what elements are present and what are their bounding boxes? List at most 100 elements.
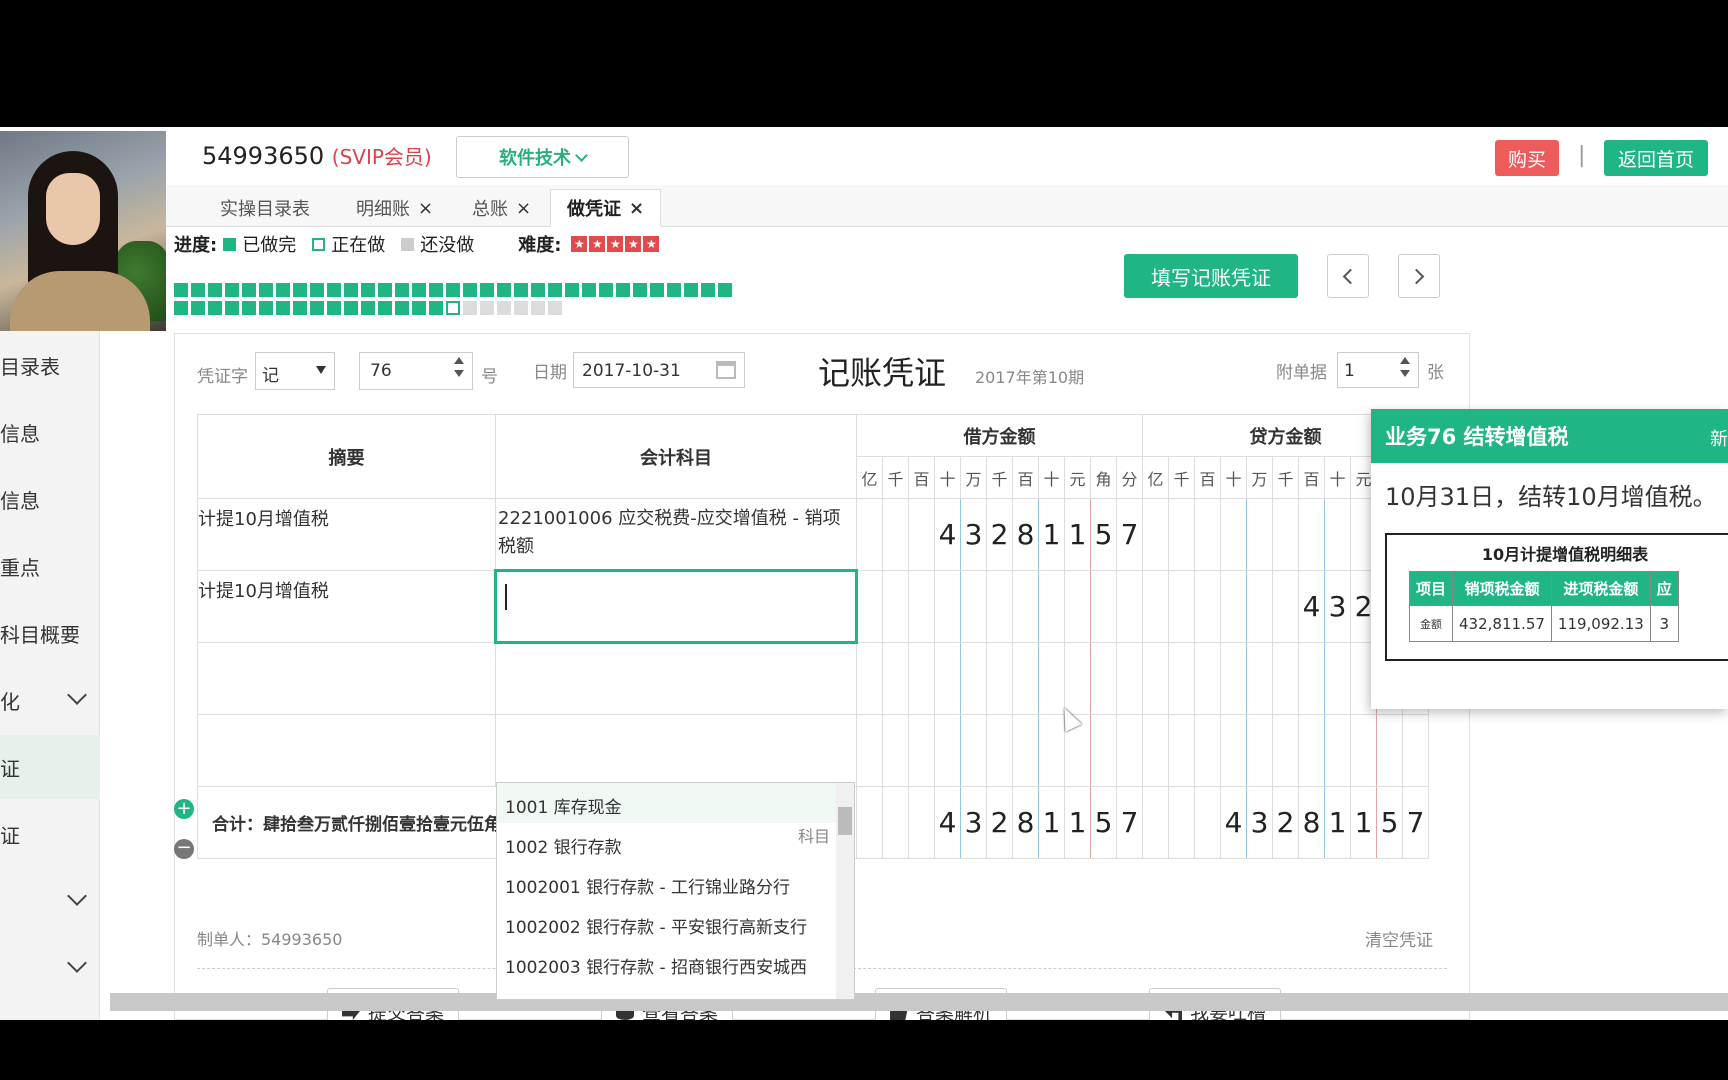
credit-digit-cell[interactable] <box>1402 714 1429 787</box>
total-debit-digit[interactable] <box>856 786 883 859</box>
debit-digit-cell[interactable]: 7 <box>1116 498 1143 571</box>
credit-digit-cell[interactable] <box>1220 714 1247 787</box>
credit-digit-cell[interactable] <box>1168 642 1195 715</box>
summary-cell[interactable] <box>197 714 496 787</box>
progress-cell-done[interactable] <box>412 301 426 315</box>
debit-digit-cell[interactable] <box>908 642 935 715</box>
sidebar-item[interactable]: 重点 <box>0 534 100 598</box>
progress-cell-done[interactable] <box>429 283 443 297</box>
progress-cell-done[interactable] <box>242 301 256 315</box>
sidebar-item[interactable]: 科目概要 <box>0 601 100 665</box>
progress-cell-done[interactable] <box>191 283 205 297</box>
progress-cell-done[interactable] <box>242 283 256 297</box>
total-credit-digit[interactable] <box>1194 786 1221 859</box>
progress-cell-done[interactable] <box>548 283 562 297</box>
credit-digit-cell[interactable]: 4 <box>1298 570 1325 643</box>
credit-digit-cell[interactable] <box>1272 714 1299 787</box>
subject-input[interactable] <box>505 584 507 610</box>
debit-digit-cell[interactable]: 2 <box>986 498 1013 571</box>
progress-cell-done[interactable] <box>276 301 290 315</box>
attach-count-input[interactable]: 1 <box>1337 352 1419 388</box>
debit-digit-cell[interactable]: 4 <box>934 498 961 571</box>
progress-cell-done[interactable] <box>395 283 409 297</box>
credit-digit-cell[interactable] <box>1298 714 1325 787</box>
sidebar-item[interactable]: 目录表 <box>0 333 100 397</box>
debit-digit-cell[interactable] <box>856 642 883 715</box>
credit-digit-cell[interactable] <box>1194 498 1221 571</box>
progress-cell-done[interactable] <box>310 301 324 315</box>
buy-button[interactable]: 购买 <box>1495 140 1559 176</box>
progress-cell-done[interactable] <box>378 301 392 315</box>
summary-cell[interactable] <box>197 642 496 715</box>
total-credit-digit[interactable] <box>1168 786 1195 859</box>
debit-digit-cell[interactable] <box>1116 642 1143 715</box>
progress-cell-todo[interactable] <box>480 301 494 315</box>
debit-digit-cell[interactable]: 3 <box>960 498 987 571</box>
total-debit-digit[interactable]: 1 <box>1038 786 1065 859</box>
debit-digit-cell[interactable] <box>856 570 883 643</box>
subject-option[interactable]: 1002001 银行存款 - 工行锦业路分行 <box>497 863 854 903</box>
voucher-number-input[interactable]: 76 <box>359 352 473 390</box>
credit-digit-cell[interactable] <box>1194 570 1221 643</box>
summary-cell[interactable]: 计提10月增值税 <box>197 498 496 571</box>
spin-down-icon[interactable] <box>1400 370 1410 377</box>
scrollbar-thumb[interactable] <box>838 807 852 835</box>
credit-digit-cell[interactable] <box>1194 714 1221 787</box>
progress-cell-done[interactable] <box>293 301 307 315</box>
debit-digit-cell[interactable] <box>986 570 1013 643</box>
calendar-icon[interactable] <box>716 361 736 379</box>
total-credit-digit[interactable]: 8 <box>1298 786 1325 859</box>
tab-make-voucher[interactable]: 做凭证 × <box>550 189 662 227</box>
debit-digit-cell[interactable] <box>1038 570 1065 643</box>
total-debit-digit[interactable]: 3 <box>960 786 987 859</box>
credit-digit-cell[interactable] <box>1142 714 1169 787</box>
credit-digit-cell[interactable]: 3 <box>1324 570 1351 643</box>
debit-digit-cell[interactable]: 1 <box>1064 498 1091 571</box>
debit-digit-cell[interactable] <box>1012 642 1039 715</box>
date-input[interactable]: 2017-10-31 <box>573 352 745 388</box>
clear-voucher-button[interactable]: 清空凭证 <box>1365 926 1433 951</box>
subject-cell[interactable] <box>495 642 857 715</box>
progress-cell-todo[interactable] <box>548 301 562 315</box>
debit-digit-cell[interactable] <box>1090 642 1117 715</box>
subject-dropdown[interactable]: 1001 库存现金 1002 银行存款 1002001 银行存款 - 工行锦业路分行… <box>496 782 855 1000</box>
credit-digit-cell[interactable] <box>1246 570 1273 643</box>
progress-cell-done[interactable] <box>463 283 477 297</box>
progress-cell-done[interactable] <box>191 301 205 315</box>
debit-digit-cell[interactable] <box>960 714 987 787</box>
sidebar-item[interactable]: 信息 <box>0 400 100 464</box>
credit-digit-cell[interactable] <box>1298 642 1325 715</box>
sidebar-item[interactable] <box>0 869 100 933</box>
progress-cell-done[interactable] <box>293 283 307 297</box>
sidebar-item[interactable]: 证 <box>0 802 100 866</box>
credit-digit-cell[interactable] <box>1220 570 1247 643</box>
progress-cell-todo[interactable] <box>497 301 511 315</box>
credit-digit-cell[interactable] <box>1168 714 1195 787</box>
total-credit-digit[interactable]: 4 <box>1220 786 1247 859</box>
summary-cell[interactable]: 计提10月增值税 <box>197 570 496 643</box>
progress-cell-done[interactable] <box>718 283 732 297</box>
total-debit-digit[interactable]: 7 <box>1116 786 1143 859</box>
debit-digit-cell[interactable]: 8 <box>1012 498 1039 571</box>
total-credit-digit[interactable]: 7 <box>1402 786 1429 859</box>
progress-cell-done[interactable] <box>565 283 579 297</box>
progress-cell-done[interactable] <box>208 283 222 297</box>
spin-up-icon[interactable] <box>454 357 464 364</box>
spin-down-icon[interactable] <box>454 370 464 377</box>
credit-digit-cell[interactable] <box>1194 642 1221 715</box>
total-debit-digit[interactable] <box>908 786 935 859</box>
total-debit-digit[interactable]: 5 <box>1090 786 1117 859</box>
close-icon[interactable]: × <box>629 198 644 219</box>
debit-digit-cell[interactable] <box>856 714 883 787</box>
credit-digit-cell[interactable] <box>1272 642 1299 715</box>
subject-option[interactable]: 1001 库存现金 <box>497 783 854 823</box>
total-debit-digit[interactable]: 8 <box>1012 786 1039 859</box>
add-row-icon[interactable]: + <box>174 799 194 819</box>
progress-cell-done[interactable] <box>667 283 681 297</box>
spin-up-icon[interactable] <box>1400 357 1410 364</box>
progress-cell-done[interactable] <box>174 283 188 297</box>
debit-digit-cell[interactable] <box>908 570 935 643</box>
progress-cell-done[interactable] <box>259 283 273 297</box>
credit-digit-cell[interactable] <box>1142 498 1169 571</box>
debit-digit-cell[interactable] <box>908 714 935 787</box>
